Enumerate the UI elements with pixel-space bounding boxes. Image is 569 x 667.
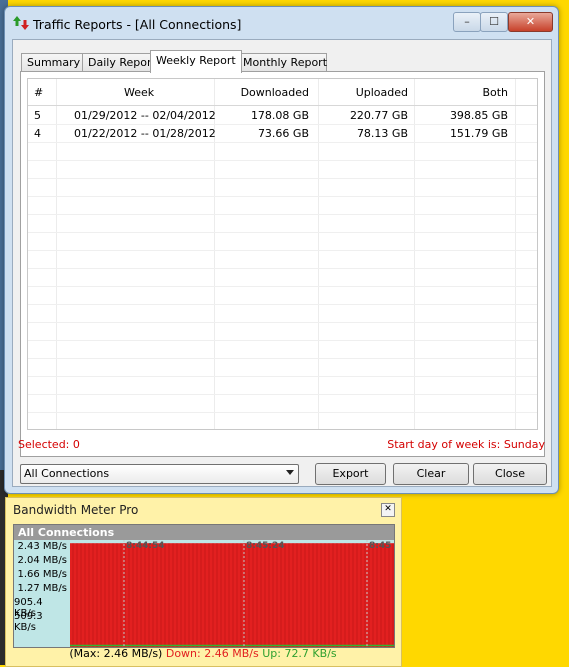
row-both: 151.79 GB bbox=[449, 127, 508, 140]
download-area bbox=[70, 543, 394, 647]
column-header-number[interactable]: # bbox=[34, 86, 43, 99]
row-week: 01/29/2012 -- 02/04/2012 bbox=[74, 109, 216, 122]
clear-button[interactable]: Clear bbox=[393, 463, 469, 485]
bandwidth-graph: 8:44:54 8:45:24 8:45 bbox=[69, 540, 394, 647]
week-start-info: Start day of week is: Sunday bbox=[387, 438, 545, 451]
time-label: 8:44:54 bbox=[126, 541, 165, 551]
row-both: 398.85 GB bbox=[449, 109, 508, 122]
minimize-button[interactable]: – bbox=[453, 12, 481, 32]
column-header-downloaded[interactable]: Downloaded bbox=[241, 86, 309, 99]
column-header-uploaded[interactable]: Uploaded bbox=[356, 86, 408, 99]
tab-daily-report[interactable]: Daily Report bbox=[82, 53, 156, 72]
row-uploaded: 220.77 GB bbox=[349, 109, 408, 122]
table-header: # Week Downloaded Uploaded Both bbox=[28, 79, 537, 106]
meter-footer: (Max: 2.46 MB/s) Down: 2.46 MB/s Up: 72.… bbox=[13, 647, 393, 663]
meter-y-axis: 2.43 MB/s 2.04 MB/s 1.66 MB/s 1.27 MB/s … bbox=[14, 540, 69, 647]
y-tick-label: 1.27 MB/s bbox=[17, 583, 67, 594]
meter-graph-area: All Connections 2.43 MB/s 2.04 MB/s 1.66… bbox=[13, 524, 395, 648]
time-label: 8:45 bbox=[369, 541, 391, 551]
tab-monthly-report[interactable]: Monthly Report bbox=[237, 53, 327, 72]
row-downloaded: 178.08 GB bbox=[250, 109, 309, 122]
time-label: 8:45:24 bbox=[246, 541, 285, 551]
traffic-arrows-icon bbox=[13, 16, 29, 30]
column-header-both[interactable]: Both bbox=[482, 86, 508, 99]
meter-down: Down: 2.46 MB/s bbox=[165, 647, 259, 660]
close-button[interactable]: Close bbox=[473, 463, 547, 485]
y-tick-label: 1.66 MB/s bbox=[17, 569, 67, 580]
report-table[interactable]: # Week Downloaded Uploaded Both 5 01/29/… bbox=[27, 78, 538, 430]
meter-connection-name: All Connections bbox=[18, 526, 115, 539]
connection-select-value: All Connections bbox=[24, 467, 110, 480]
tab-summary[interactable]: Summary bbox=[21, 53, 83, 72]
connection-select[interactable]: All Connections bbox=[20, 464, 299, 484]
meter-max: (Max: 2.46 MB/s) bbox=[69, 647, 163, 660]
row-uploaded: 78.13 GB bbox=[356, 127, 408, 140]
tab-weekly-report[interactable]: Weekly Report bbox=[150, 50, 242, 73]
meter-up: Up: 72.7 KB/s bbox=[262, 647, 337, 660]
window-title: Traffic Reports - [All Connections] bbox=[33, 17, 242, 32]
meter-close-button[interactable]: ✕ bbox=[381, 503, 395, 517]
row-number: 4 bbox=[34, 127, 41, 140]
row-number: 5 bbox=[34, 109, 41, 122]
window-client-area: Summary Daily Report Weekly Report Month… bbox=[12, 39, 552, 487]
meter-title: Bandwidth Meter Pro bbox=[13, 503, 139, 517]
row-downloaded: 73.66 GB bbox=[257, 127, 309, 140]
weekly-report-panel: # Week Downloaded Uploaded Both 5 01/29/… bbox=[20, 71, 545, 457]
y-tick-label: 2.43 MB/s bbox=[17, 541, 67, 552]
y-tick-label: 509.3 KB/s bbox=[14, 611, 43, 633]
maximize-button[interactable]: ☐ bbox=[480, 12, 508, 32]
selected-count: Selected: 0 bbox=[18, 438, 80, 451]
meter-header: All Connections bbox=[14, 525, 394, 540]
y-tick-label: 2.04 MB/s bbox=[17, 555, 67, 566]
traffic-reports-window: Traffic Reports - [All Connections] – ☐ … bbox=[4, 6, 559, 494]
chevron-down-icon bbox=[286, 470, 294, 475]
export-button[interactable]: Export bbox=[315, 463, 386, 485]
close-window-button[interactable]: ✕ bbox=[508, 12, 553, 32]
row-week: 01/22/2012 -- 01/28/2012 bbox=[74, 127, 216, 140]
column-header-week[interactable]: Week bbox=[124, 86, 154, 99]
title-bar[interactable]: Traffic Reports - [All Connections] – ☐ … bbox=[5, 7, 558, 39]
bandwidth-meter-window: Bandwidth Meter Pro ✕ All Connections 2.… bbox=[5, 497, 402, 667]
